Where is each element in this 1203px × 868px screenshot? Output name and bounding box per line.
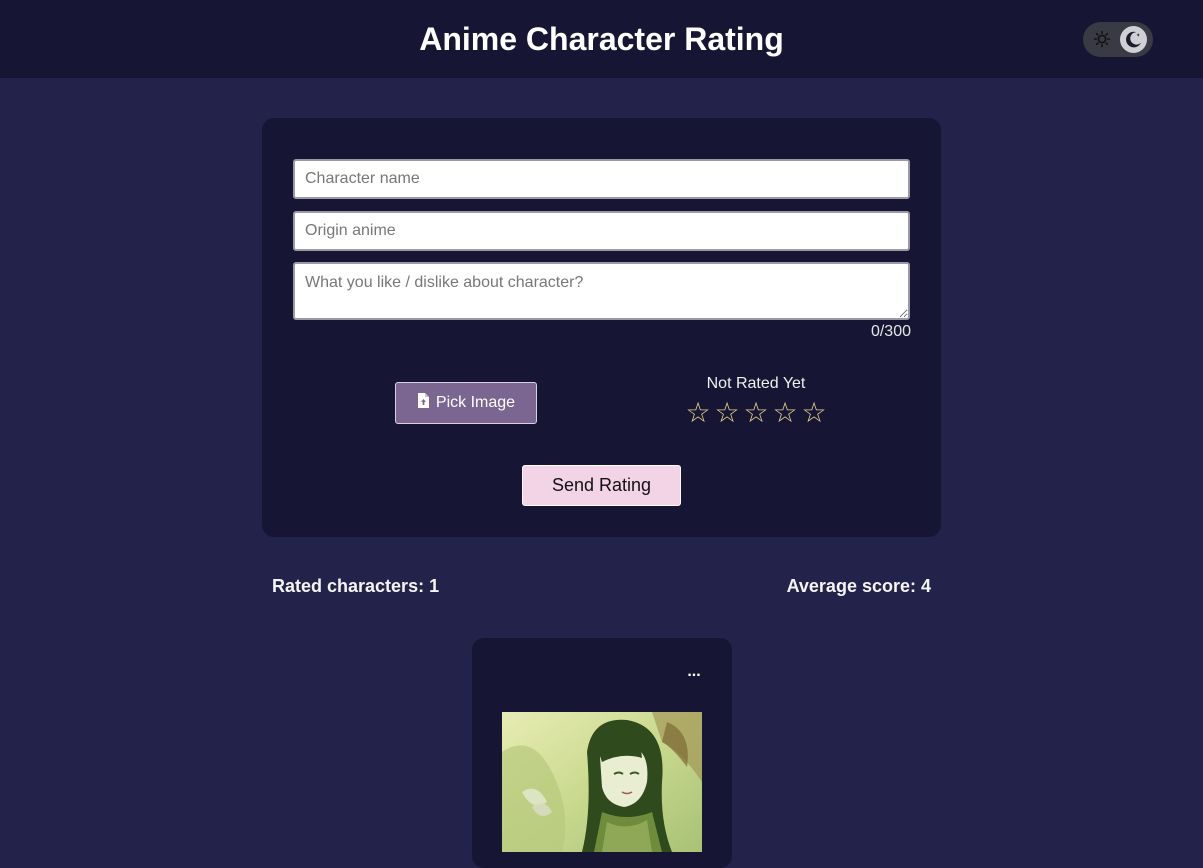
star-icon-4[interactable]: ☆	[771, 397, 799, 429]
star-icon-2[interactable]: ☆	[713, 397, 741, 429]
pick-image-button[interactable]: Pick Image	[395, 382, 537, 424]
sun-icon	[1093, 30, 1111, 48]
char-counter: 0/300	[870, 323, 911, 340]
rating-form: 0/300 Pick Image Not Rated Yet ☆ ☆ ☆ ☆ ☆…	[262, 118, 941, 537]
star-rating: ☆ ☆ ☆ ☆ ☆	[684, 397, 828, 429]
rated-characters-count: Rated characters: 1	[272, 576, 440, 596]
more-options-button[interactable]: ...	[684, 664, 704, 684]
send-rating-button[interactable]: Send Rating	[522, 465, 681, 506]
star-icon-5[interactable]: ☆	[800, 397, 828, 429]
star-icon-3[interactable]: ☆	[742, 397, 770, 429]
theme-toggle[interactable]	[1083, 22, 1153, 57]
character-image	[502, 712, 702, 852]
comment-textarea[interactable]	[293, 262, 910, 320]
file-upload-icon	[417, 393, 429, 413]
rating-status: Not Rated Yet	[706, 375, 806, 392]
average-score: Average score: 4	[786, 576, 931, 596]
top-bar: Anime Character Rating	[0, 0, 1203, 78]
character-name-input[interactable]	[293, 159, 910, 199]
toggle-knob	[1120, 26, 1147, 53]
star-icon-1[interactable]: ☆	[684, 397, 712, 429]
page-title: Anime Character Rating	[419, 21, 784, 57]
pick-image-label: Pick Image	[435, 394, 516, 411]
origin-anime-input[interactable]	[293, 211, 910, 251]
character-card: ...	[472, 638, 732, 868]
